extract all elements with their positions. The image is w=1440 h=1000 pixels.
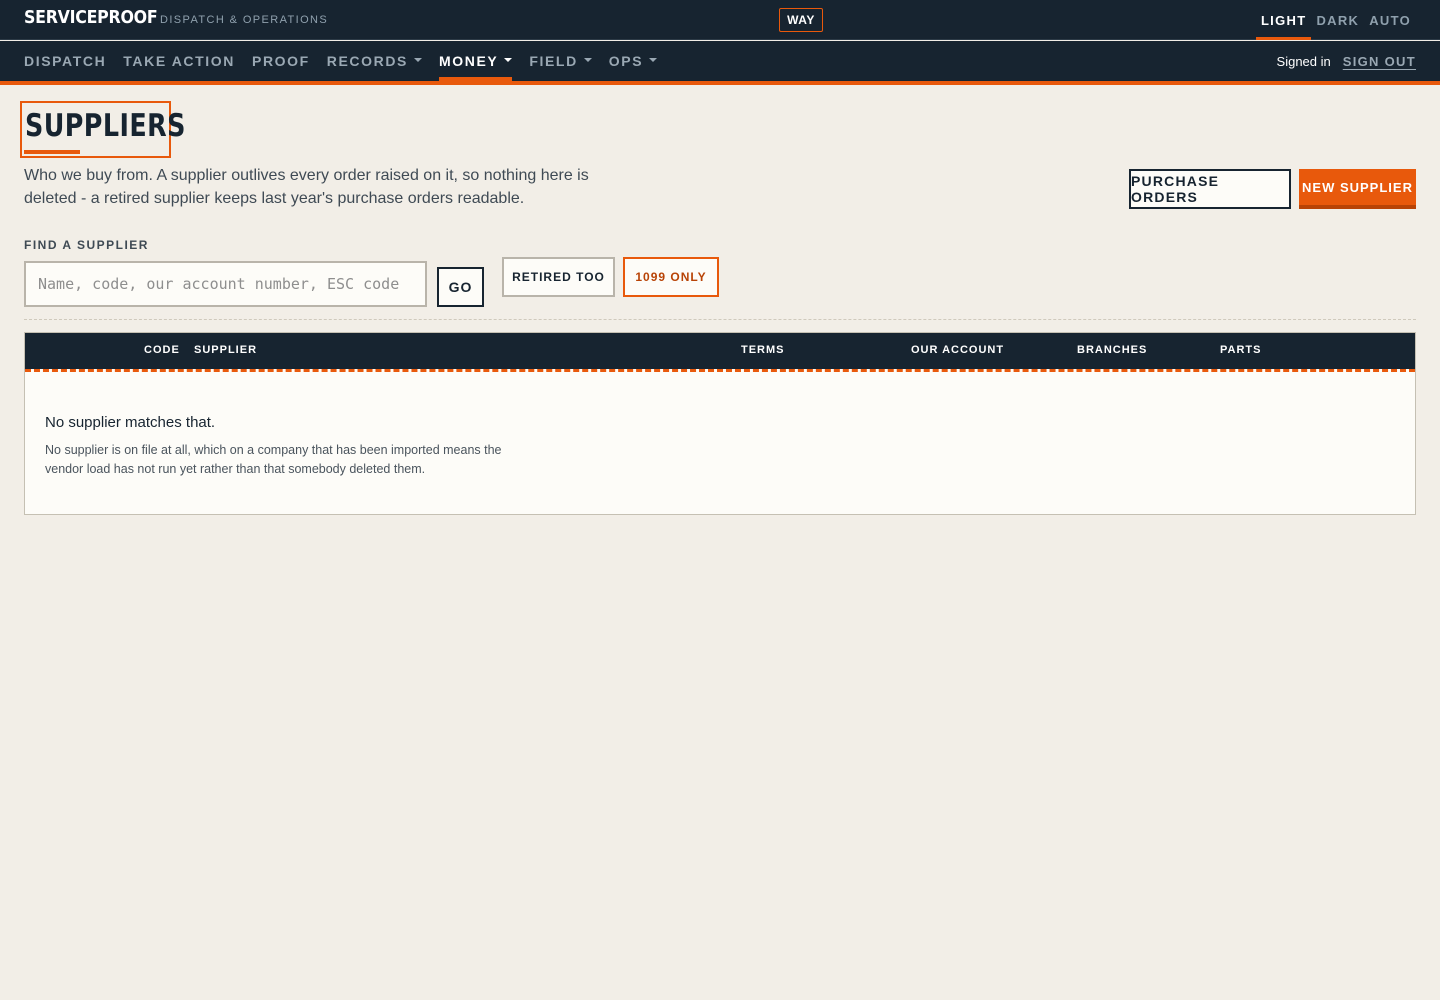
sign-out-link[interactable]: SIGN OUT: [1343, 54, 1416, 69]
new-supplier-button[interactable]: NEW SUPPLIER: [1299, 169, 1416, 209]
empty-state-body: No supplier is on file at all, which on …: [45, 443, 502, 476]
nav-item-label: MONEY: [439, 53, 499, 69]
divider: [24, 319, 1416, 320]
chevron-down-icon: [504, 58, 513, 62]
signed-in-status: Signed in: [1276, 53, 1331, 69]
column-header-our-account[interactable]: OUR ACCOUNT: [911, 344, 1004, 356]
table-header-rule: [25, 369, 1415, 372]
column-header-terms[interactable]: TERMS: [741, 344, 785, 356]
page-title: SUPPLIERS: [25, 108, 186, 144]
go-button[interactable]: GO: [437, 267, 484, 307]
brand-logo[interactable]: SERVICEPROOF: [24, 7, 158, 28]
nav-item-proof[interactable]: PROOF: [252, 41, 310, 81]
nav-item-label: PROOF: [252, 53, 310, 69]
theme-light-option[interactable]: LIGHT: [1255, 0, 1312, 40]
find-supplier-label: FIND A SUPPLIER: [24, 238, 149, 252]
nav-item-dispatch[interactable]: DISPATCH: [24, 41, 106, 81]
theme-switch: LIGHT DARK AUTO: [1255, 0, 1416, 40]
main-nav: DISPATCH TAKE ACTION PROOF RECORDS MONEY…: [0, 41, 1440, 85]
purchase-orders-button[interactable]: PURCHASE ORDERS: [1129, 169, 1291, 209]
nav-item-label: OPS: [608, 53, 644, 69]
theme-dark-option[interactable]: DARK: [1311, 0, 1364, 40]
nav-item-records[interactable]: RECORDS: [327, 41, 422, 81]
nav-item-label: TAKE ACTION: [123, 53, 235, 69]
empty-state-title: No supplier matches that.: [45, 414, 216, 431]
1099-only-filter[interactable]: 1099 ONLY: [623, 257, 719, 297]
column-header-parts[interactable]: PARTS: [1220, 344, 1261, 356]
column-header-code[interactable]: CODE: [144, 344, 180, 356]
nav-item-money[interactable]: MONEY: [439, 41, 513, 81]
nav-item-field[interactable]: FIELD: [529, 41, 592, 81]
page-intro: Who we buy from. A supplier outlives eve…: [24, 167, 589, 207]
way-badge[interactable]: WAY: [779, 8, 823, 32]
title-underline: [24, 150, 80, 154]
chevron-down-icon: [649, 58, 658, 62]
table-header: CODE SUPPLIER TERMS OUR ACCOUNT BRANCHES…: [25, 333, 1415, 369]
nav-item-take-action[interactable]: TAKE ACTION: [123, 41, 235, 81]
nav-item-label: DISPATCH: [24, 53, 107, 69]
brand-tagline: DISPATCH & OPERATIONS: [160, 14, 329, 26]
nav-item-label: RECORDS: [326, 53, 408, 69]
retired-too-filter[interactable]: RETIRED TOO: [502, 257, 615, 297]
nav-item-ops[interactable]: OPS: [608, 41, 658, 81]
supplier-search-input[interactable]: [24, 261, 427, 307]
chevron-down-icon: [414, 58, 422, 62]
top-bar: SERVICEPROOF DISPATCH & OPERATIONS WAY L…: [0, 0, 1440, 40]
column-header-supplier[interactable]: SUPPLIER: [194, 344, 257, 356]
nav-item-label: FIELD: [529, 53, 578, 69]
suppliers-table: CODE SUPPLIER TERMS OUR ACCOUNT BRANCHES…: [24, 332, 1416, 515]
column-header-branches[interactable]: BRANCHES: [1077, 344, 1147, 356]
chevron-down-icon: [583, 58, 592, 62]
page-title-frame: SUPPLIERS: [20, 101, 185, 158]
theme-auto-option[interactable]: AUTO: [1364, 0, 1416, 40]
